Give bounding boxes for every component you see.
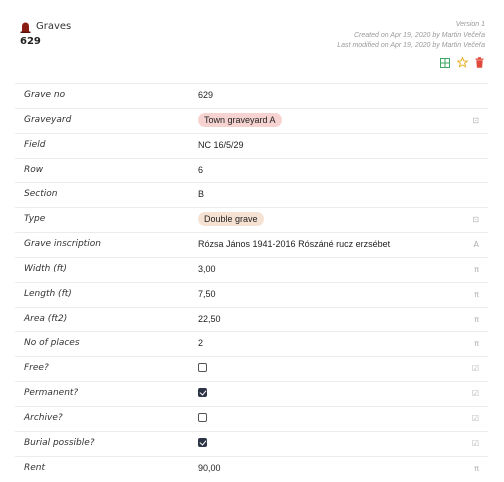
- field-value[interactable]: Rózsa János 1941-2016 Rószáné rucz erzsé…: [198, 239, 390, 249]
- link-type-icon: ⊡: [472, 115, 479, 125]
- field-row: Type Double grave ⊡: [15, 207, 488, 232]
- field-label: Permanent?: [24, 388, 79, 399]
- field-label: Area (ft2): [24, 313, 68, 324]
- field-label: Grave inscription: [24, 239, 101, 250]
- link-type-icon: ⊡: [472, 215, 479, 225]
- number-type-icon: π: [474, 289, 479, 299]
- record-actions: [440, 57, 484, 68]
- field-label: Grave no: [24, 90, 66, 100]
- field-list: Grave no 629 Graveyard Town graveyard A ⊡ Fie…: [15, 83, 488, 481]
- field-label: Type: [24, 214, 46, 225]
- gravestone-icon: [20, 22, 31, 33]
- checkbox-checked[interactable]: [198, 437, 207, 447]
- checkbox-unchecked[interactable]: [198, 412, 207, 422]
- field-label: Row: [24, 164, 44, 175]
- field-value[interactable]: 90,00: [198, 463, 221, 473]
- checkbox-type-icon: ☑: [471, 413, 479, 423]
- field-label: Section: [24, 189, 58, 200]
- record-card: Graves 629 Version 1 Created on Apr 19, …: [0, 0, 504, 482]
- number-type-icon: π: [474, 463, 479, 473]
- field-value[interactable]: 7,50: [198, 289, 216, 299]
- star-icon[interactable]: [457, 57, 468, 68]
- field-value[interactable]: NC 16/5/29: [198, 140, 244, 150]
- field-row: Section B: [15, 182, 488, 207]
- field-label: Field: [24, 139, 46, 150]
- modified-text: Last modified on Apr 19, 2020 by Martin …: [337, 42, 485, 49]
- trash-icon[interactable]: [475, 57, 484, 68]
- record-meta: Version 1 Created on Apr 19, 2020 by Mar…: [337, 20, 485, 52]
- field-label: Length (ft): [24, 288, 72, 299]
- field-label: Free?: [24, 363, 49, 374]
- field-value[interactable]: 629: [198, 90, 213, 100]
- field-row: Permanent? ☑: [15, 381, 488, 406]
- field-value[interactable]: 3,00: [198, 264, 216, 274]
- field-value[interactable]: 6: [198, 165, 203, 175]
- checkbox-unchecked[interactable]: [198, 363, 207, 373]
- link-badge[interactable]: Double grave: [198, 212, 264, 227]
- field-label: Width (ft): [24, 263, 67, 274]
- field-row: No of places 2 π: [15, 331, 488, 356]
- field-row: Field NC 16/5/29: [15, 132, 488, 158]
- field-row: Free? ☑: [15, 356, 488, 381]
- link-badge[interactable]: Town graveyard A: [198, 112, 282, 127]
- field-row: Archive? ☑: [15, 405, 488, 431]
- field-row: Grave inscription Rózsa János 1941-2016 R…: [15, 232, 488, 257]
- checkbox-checked[interactable]: [198, 388, 207, 398]
- grid-icon[interactable]: [440, 57, 450, 68]
- field-row: Width (ft) 3,00 π: [15, 256, 488, 282]
- field-label: Graveyard: [24, 114, 72, 125]
- record-header: Graves 629 Version 1 Created on Apr 19, …: [0, 0, 504, 80]
- field-row: Row 6: [15, 157, 488, 183]
- checkbox-type-icon: ☑: [471, 389, 479, 399]
- field-value[interactable]: 22,50: [198, 314, 221, 324]
- field-row: Burial possible? ☑: [15, 430, 488, 456]
- field-label: Archive?: [24, 412, 63, 423]
- checkbox-type-icon: ☑: [471, 438, 479, 448]
- field-label: Rent: [24, 462, 46, 473]
- number-type-icon: π: [474, 339, 479, 349]
- checkbox-type-icon: ☑: [471, 364, 479, 374]
- table-name[interactable]: Graves: [36, 21, 71, 32]
- field-row: Area (ft2) 22,50 π: [15, 306, 488, 332]
- record-id: 629: [20, 36, 41, 47]
- number-type-icon: π: [474, 264, 479, 274]
- field-row: Graveyard Town graveyard A ⊡: [15, 107, 488, 133]
- number-type-icon: π: [474, 314, 479, 324]
- field-row: Length (ft) 7,50 π: [15, 281, 488, 307]
- field-value[interactable]: 2: [198, 338, 203, 348]
- text-type-icon: A: [473, 240, 479, 250]
- version-text: Version 1: [455, 21, 485, 28]
- field-value[interactable]: B: [198, 189, 204, 199]
- created-text: Created on Apr 19, 2020 by Martin Večeřa: [353, 31, 485, 39]
- field-row: Grave no 629: [15, 83, 488, 108]
- field-label: No of places: [24, 338, 80, 349]
- field-row: Rent 90,00 π: [15, 455, 488, 481]
- field-label: Burial possible?: [24, 437, 95, 448]
